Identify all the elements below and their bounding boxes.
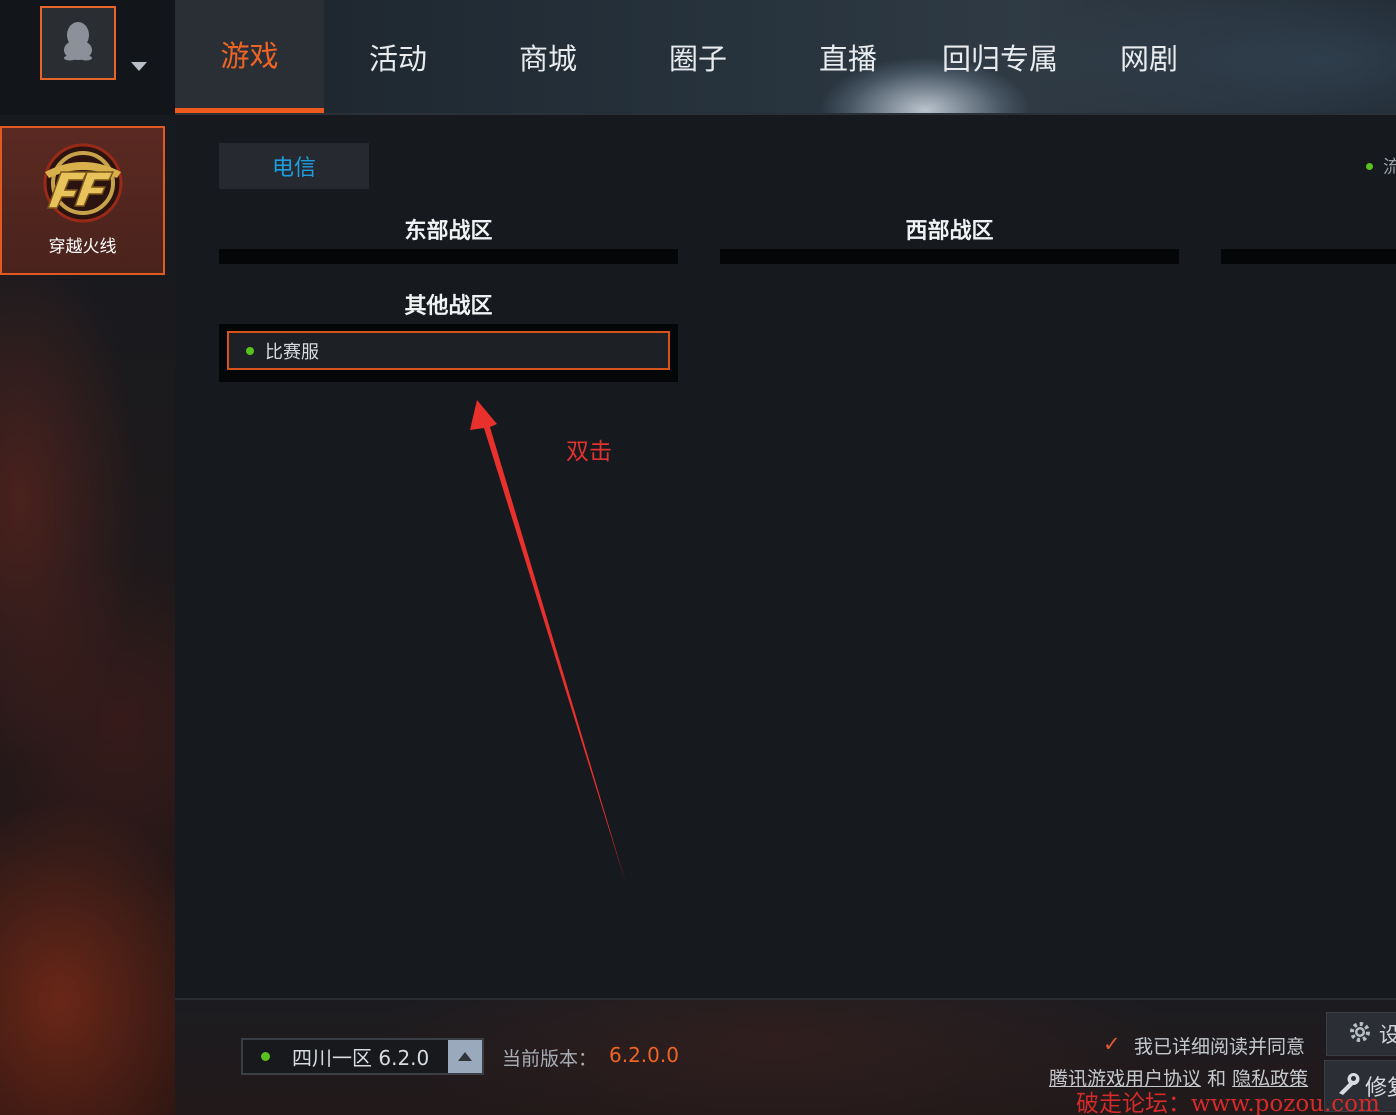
avatar[interactable] [40,6,116,80]
version-value: 6.2.0.0 [609,1043,679,1067]
settings-button-label: 设 [1379,1023,1396,1047]
zone-list-west [720,249,1179,264]
online-status-dot [246,346,254,355]
zone-heading-other: 其他战区 [404,294,493,319]
settings-button[interactable]: 设 [1326,1012,1396,1056]
server-select[interactable]: 四川一区 6.2.0 [241,1038,484,1075]
game-tile-label: 穿越火线 [48,237,117,257]
version-label: 当前版本： [502,1048,598,1070]
server-item-label: 比赛服 [265,341,319,363]
status-dot [1366,163,1373,170]
online-status-dot [261,1052,270,1061]
account-dropdown-arrow-icon[interactable] [131,62,147,71]
tab-games[interactable]: 游戏 [175,0,324,113]
zone-heading-east: 东部战区 [404,219,493,244]
isp-tab-telecom[interactable]: 电信 [219,143,369,189]
server-item-match[interactable]: 比赛服 [227,331,670,370]
tab-events[interactable]: 活动 [338,0,458,113]
top-navigation: 游戏 活动 商城 圈子 直播 回归专属 网剧 [175,0,1396,115]
zone-list-east [219,249,678,264]
agree-text: 我已详细阅读并同意 [1134,1036,1306,1058]
server-list-panel: 电信 流 东部战区 西部战区 其他战区 比赛服 双击 [175,115,1396,998]
chevron-up-icon [458,1052,472,1061]
penguin-icon [61,21,95,65]
gear-icon [1347,1019,1373,1049]
tab-mall[interactable]: 商城 [488,0,608,113]
sidebar: 穿越火线 [0,0,175,1115]
tab-circle[interactable]: 圈子 [638,0,758,113]
watermark: 破走论坛：www.pozou.com [1076,1091,1380,1115]
tab-web-drama[interactable]: 网剧 [1089,0,1209,113]
annotation-text: 双击 [566,439,612,465]
status-text: 流 [1383,157,1396,178]
zone-list-third [1221,249,1396,264]
server-select-toggle-button[interactable] [448,1040,482,1073]
tab-live[interactable]: 直播 [788,0,908,113]
cf-logo-icon [37,142,129,228]
zone-list-other: 比赛服 [219,324,678,382]
server-select-label: 四川一区 6.2.0 [292,1046,430,1070]
agree-checkbox[interactable]: ✓ [1103,1032,1121,1056]
tab-returning[interactable]: 回归专属 [930,0,1070,113]
zone-heading-west: 西部战区 [905,219,994,244]
game-tile-crossfire[interactable]: 穿越火线 [0,126,165,275]
